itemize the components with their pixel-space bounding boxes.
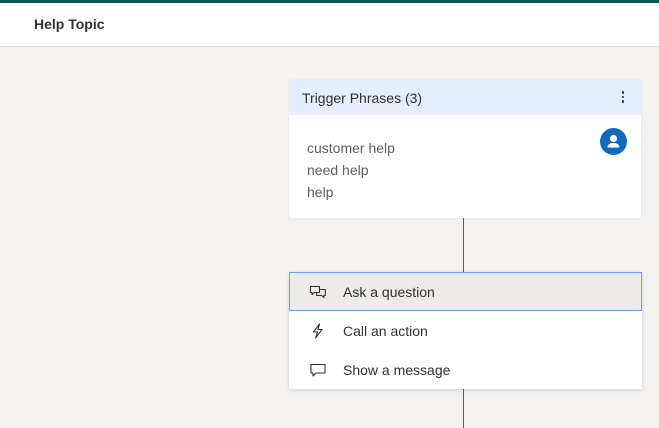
trigger-phrase: help [307, 184, 334, 200]
page-header: Help Topic [0, 3, 659, 47]
ask-question-icon [309, 284, 327, 300]
user-avatar-icon [600, 128, 627, 155]
more-options-icon[interactable] [615, 88, 631, 106]
menu-item-label: Ask a question [343, 284, 435, 300]
lightning-icon [309, 323, 327, 339]
menu-item-ask-question[interactable]: Ask a question [289, 272, 642, 311]
menu-item-call-action[interactable]: Call an action [289, 311, 642, 350]
trigger-phrase: customer help [307, 140, 395, 156]
trigger-phrase: need help [307, 162, 369, 178]
menu-item-label: Call an action [343, 323, 428, 339]
trigger-card-title: Trigger Phrases (3) [302, 90, 423, 106]
trigger-card-header: Trigger Phrases (3) [289, 80, 641, 115]
trigger-phrase-list: customer help need help help [307, 137, 395, 203]
menu-item-label: Show a message [343, 362, 451, 378]
flow-connector [463, 389, 464, 428]
add-node-menu: Ask a question Call an action Show a mes… [289, 272, 642, 389]
menu-item-show-message[interactable]: Show a message [289, 350, 642, 389]
trigger-phrases-card[interactable]: Trigger Phrases (3) customer help need h… [289, 80, 641, 218]
message-icon [309, 362, 327, 378]
flow-connector [463, 218, 464, 272]
page-title: Help Topic [34, 16, 105, 32]
